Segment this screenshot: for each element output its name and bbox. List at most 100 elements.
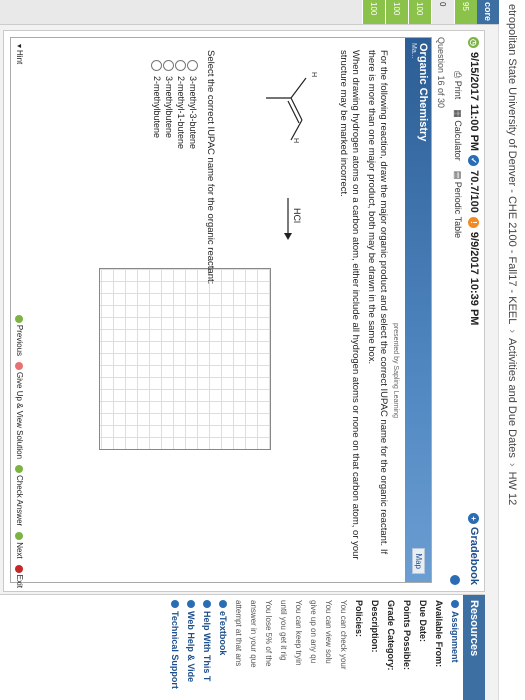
support-icon (171, 600, 179, 608)
next-button[interactable]: Next (15, 532, 24, 559)
hint-label: Hint (15, 50, 24, 65)
help-icon (203, 600, 211, 608)
policy-line: You can check your (339, 600, 348, 670)
reaction-arrow-icon (284, 198, 292, 240)
web-help-link[interactable]: Web Help & Vide (183, 595, 199, 700)
question-title: Organic Chemistry (417, 43, 429, 142)
give-up-icon (15, 362, 24, 371)
question-number: Question 16 of 30 (436, 37, 446, 109)
calculator-button[interactable]: ▦ Calculator (452, 109, 463, 161)
gradebook-icon: + (468, 512, 480, 524)
breadcrumb-course[interactable]: etropolitan State University of Denver -… (506, 4, 518, 324)
previous-icon (15, 314, 24, 323)
help-icon[interactable] (450, 575, 460, 585)
assignment-link[interactable]: Assignment (447, 595, 463, 700)
policy-line: You lose 5% of the (264, 600, 273, 667)
exit-icon (15, 564, 24, 573)
radio-button[interactable] (163, 60, 175, 71)
presented-by: presented by Sapling Learning (392, 323, 399, 418)
assignment-icon (451, 600, 459, 608)
help-with-this-link[interactable]: Help With This T (199, 595, 215, 700)
map-button[interactable]: Map (412, 548, 425, 574)
hint-button[interactable]: ▾ Hint (15, 44, 24, 64)
give-up-label: Give Up & View Solution (15, 372, 24, 460)
policies: Policies: (354, 600, 364, 638)
tech-support-link[interactable]: Technical Support (167, 595, 183, 700)
option-4[interactable]: 2-methylbutene (151, 60, 163, 149)
option-1[interactable]: 3-methyl-3-butene (187, 60, 199, 149)
radio-button[interactable] (187, 60, 199, 71)
option-label: 2-methyl-1-butene (176, 76, 186, 150)
screen: etropolitan State University of Denver -… (0, 0, 525, 700)
help-with-this-label: Help With This T (202, 611, 212, 682)
score-column: core 95 0 100 100 100 (0, 0, 499, 25)
score-row: 100 (362, 0, 385, 24)
due-date: 9/15/2017 11:00 PM (468, 52, 480, 152)
check-label: Check Answer (15, 475, 24, 527)
next-icon (15, 532, 24, 541)
score-row: 95 (454, 0, 477, 24)
calendar-icon: ! (468, 216, 480, 228)
score: 70.7/100 (468, 170, 480, 213)
chevron-right-icon: › (506, 329, 518, 334)
etextbook-link[interactable]: eTextbook (215, 595, 231, 700)
breadcrumb-assignment[interactable]: HW 12 (506, 472, 518, 506)
available-from: Available From: (434, 600, 444, 668)
open-date: 9/9/2017 10:39 PM (468, 231, 480, 326)
reagent-label: HCl (292, 208, 302, 223)
video-icon (187, 600, 195, 608)
drawing-canvas[interactable] (99, 268, 271, 450)
radio-button[interactable] (175, 60, 187, 71)
resources-panel: Resources Assignment Available From: Due… (0, 594, 485, 700)
option-label: 2-methylbutene (152, 76, 162, 139)
select-prompt: Select the correct IUPAC name for the or… (205, 50, 216, 285)
breadcrumb: etropolitan State University of Denver -… (498, 0, 525, 700)
gradebook-link[interactable]: + Gradebook (468, 512, 480, 585)
h-atom-label: H (292, 138, 299, 143)
assignment-panel: ◷ 9/15/2017 11:00 PM ✓ 70.7/100 ! 9/9/20… (3, 30, 485, 592)
resources-header: Resources (463, 595, 485, 700)
question-footer: ▾ Hint Previous Give Up & View Solution … (15, 44, 24, 588)
option-label: 3-methylbutene (164, 76, 174, 139)
etextbook-label: eTextbook (218, 611, 228, 656)
clock-icon: ◷ (468, 37, 480, 48)
option-3[interactable]: 3-methylbutene (163, 60, 175, 149)
due-date-label: Due Date: (418, 600, 428, 643)
bond-line (290, 119, 303, 141)
check-icon (15, 465, 24, 474)
nav-buttons: Previous Give Up & View Solution Check A… (15, 314, 24, 588)
web-help-label: Web Help & Vide (186, 611, 196, 683)
score-row: 0 (431, 0, 454, 24)
map-label: Map (414, 553, 423, 569)
reaction-scheme: H H HCl (266, 72, 317, 240)
option-2[interactable]: 2-methyl-1-butene (175, 60, 187, 149)
print-button[interactable]: ⎙ Print (452, 71, 463, 99)
instruction-2: When drawing hydrogen atoms on a carbon … (338, 50, 361, 560)
question-header: Organic Chemistry Ma... Map (405, 38, 431, 582)
print-label: Print (453, 80, 463, 100)
question-box: Organic Chemistry Ma... Map presented by… (10, 37, 432, 588)
assignment-dates: ◷ 9/15/2017 11:00 PM ✓ 70.7/100 ! 9/9/20… (468, 37, 480, 325)
question-subtitle: Ma... (410, 43, 417, 59)
periodic-label: Periodic Table (453, 181, 463, 239)
give-up-button[interactable]: Give Up & View Solution (15, 362, 24, 459)
instructions: For the following reaction, draw the maj… (337, 50, 389, 570)
check-answer-button[interactable]: Check Answer (15, 465, 24, 526)
book-icon (219, 600, 227, 608)
bond-line (290, 77, 307, 99)
radio-button[interactable] (151, 60, 163, 71)
exit-button[interactable]: Exit (15, 564, 24, 588)
gradebook-label: Gradebook (468, 526, 480, 585)
policy-line: until you get it rig (279, 600, 288, 661)
option-label: 3-methyl-3-butene (188, 76, 198, 150)
instruction-1: For the following reaction, draw the maj… (366, 50, 389, 555)
previous-button[interactable]: Previous (15, 314, 24, 356)
policy-line: attempt at that ans (234, 600, 243, 667)
points-possible: Points Possible: (402, 600, 412, 671)
periodic-table-button[interactable]: ▤ Periodic Table (452, 171, 463, 238)
grade-category: Grade Category: (386, 600, 396, 671)
toolbar: ⎙ Print ▦ Calculator ▤ Periodic Table (452, 71, 463, 238)
description: Description: (370, 600, 380, 653)
breadcrumb-activities[interactable]: Activities and Due Dates (506, 338, 518, 458)
policy-line: You can keep tryin (294, 600, 303, 666)
